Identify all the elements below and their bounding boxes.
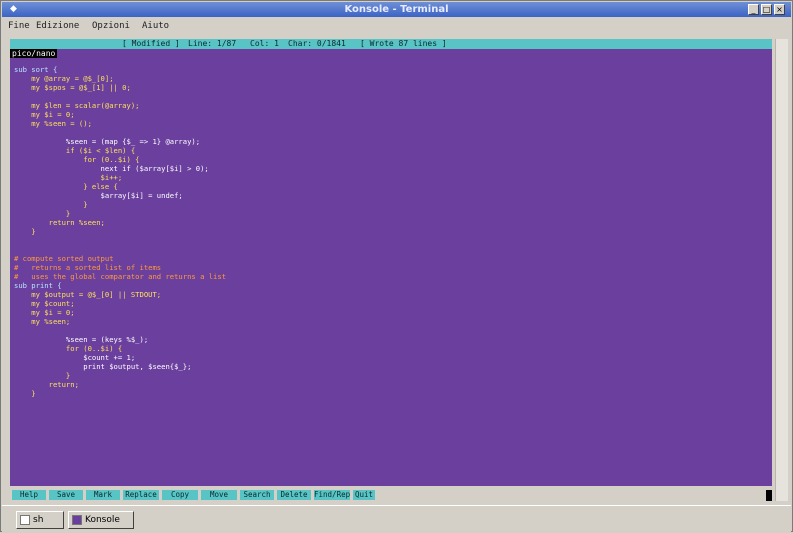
taskbar-item-sh[interactable]: sh <box>16 511 64 529</box>
code-line: for (0..$i) { <box>14 344 123 353</box>
menu-edit[interactable]: Edizione <box>36 20 79 32</box>
code-line: return; <box>14 380 79 389</box>
code-line: } <box>14 209 71 218</box>
shortcut-move[interactable]: Move <box>201 490 237 500</box>
code-line: my $spos = @$_[1] || 0; <box>14 83 131 92</box>
konsole-icon <box>72 515 82 525</box>
code-line: my $i = 0; <box>14 110 75 119</box>
code-line: $i++; <box>14 173 123 182</box>
status-message: [ Wrote 87 lines ] <box>360 39 447 48</box>
code-line: print $output, $seen{$_}; <box>14 362 192 371</box>
code-line: $count += 1; <box>14 353 136 362</box>
code-line: } else { <box>14 182 118 191</box>
code-line: my $i = 0; <box>14 308 75 317</box>
code-line: } <box>14 371 71 380</box>
shortcut-bar: Help Save Mark Replace Copy Move Search Delete F… <box>10 490 772 500</box>
status-modified: [ Modified ] <box>122 39 180 48</box>
shortcut-mark[interactable]: Mark <box>86 490 120 500</box>
taskbar-item-konsole[interactable]: Konsole <box>68 511 134 529</box>
code-line: # returns a sorted list of items <box>14 263 162 272</box>
cursor-block <box>766 490 772 501</box>
taskbar-item-label: Konsole <box>85 515 120 525</box>
title-bar[interactable]: Konsole - Terminal ◆ _ □ × <box>2 2 791 17</box>
code-line: return %seen; <box>14 218 105 227</box>
code-line: $array[$i] = undef; <box>14 191 183 200</box>
window-title: Konsole - Terminal <box>344 4 449 15</box>
shortcut-save[interactable]: Save <box>49 490 83 500</box>
menu-help[interactable]: Aiuto <box>142 20 169 32</box>
taskbar-item-label: sh <box>33 515 44 525</box>
code-line: for (0..$i) { <box>14 155 140 164</box>
status-col: Col: 1 <box>250 39 279 48</box>
code-line: my %seen; <box>14 317 71 326</box>
code-line: my $count; <box>14 299 75 308</box>
status-chars: Char: 0/1841 <box>288 39 346 48</box>
code-line: my %seen = (); <box>14 119 92 128</box>
code-line: %seen = (map {$_ => 1} @array); <box>14 137 201 146</box>
menu-bar: Fine Edizione Opzioni Aiuto <box>2 18 791 34</box>
status-line: Line: 1/87 <box>188 39 237 48</box>
code-line: } <box>14 200 88 209</box>
shortcut-replace[interactable]: Replace <box>123 490 159 500</box>
taskbar: sh Konsole <box>2 505 791 533</box>
code-line: my $output = @$_[0] || STDOUT; <box>14 290 162 299</box>
code-line: if ($i < $len) { <box>14 146 136 155</box>
shortcut-delete[interactable]: Delete <box>277 490 311 500</box>
code-line: next if ($array[$i] > 0); <box>14 164 209 173</box>
shortcut-find-rep[interactable]: Find/Rep <box>314 490 350 500</box>
vertical-scrollbar[interactable] <box>775 39 788 501</box>
code-line: sub print { <box>14 281 62 290</box>
shortcut-help[interactable]: Help <box>12 490 46 500</box>
code-line: } <box>14 389 36 398</box>
code-line: # uses the global comparator and returns… <box>14 272 227 281</box>
shortcut-search[interactable]: Search <box>240 490 274 500</box>
menu-options[interactable]: Opzioni <box>92 20 130 32</box>
close-button[interactable]: × <box>774 4 785 15</box>
system-menu-icon[interactable]: ◆ <box>8 4 19 15</box>
shortcut-copy[interactable]: Copy <box>162 490 198 500</box>
code-line: sub sort { <box>14 65 58 74</box>
code-line: } <box>14 227 36 236</box>
code-line: %seen = (keys %$_); <box>14 335 149 344</box>
maximize-button[interactable]: □ <box>761 4 772 15</box>
code-line: # compute sorted output <box>14 254 114 263</box>
shortcut-quit[interactable]: Quit <box>353 490 375 500</box>
menu-file[interactable]: Fine <box>8 20 30 32</box>
minimize-button[interactable]: _ <box>748 4 759 15</box>
code-line: my @array = @$_[0]; <box>14 74 114 83</box>
terminal-icon <box>20 515 30 525</box>
code-line: my $len = scalar(@array); <box>14 101 140 110</box>
editor-status-line: [ Modified ] Line: 1/87 Col: 1 Char: 0/1… <box>10 39 772 49</box>
terminal-window: Konsole - Terminal ◆ _ □ × Fine Edizione… <box>0 0 793 533</box>
terminal-area[interactable]: [ Modified ] Line: 1/87 Col: 1 Char: 0/1… <box>10 39 772 486</box>
editor-mode-label: pico/nano <box>10 49 58 58</box>
